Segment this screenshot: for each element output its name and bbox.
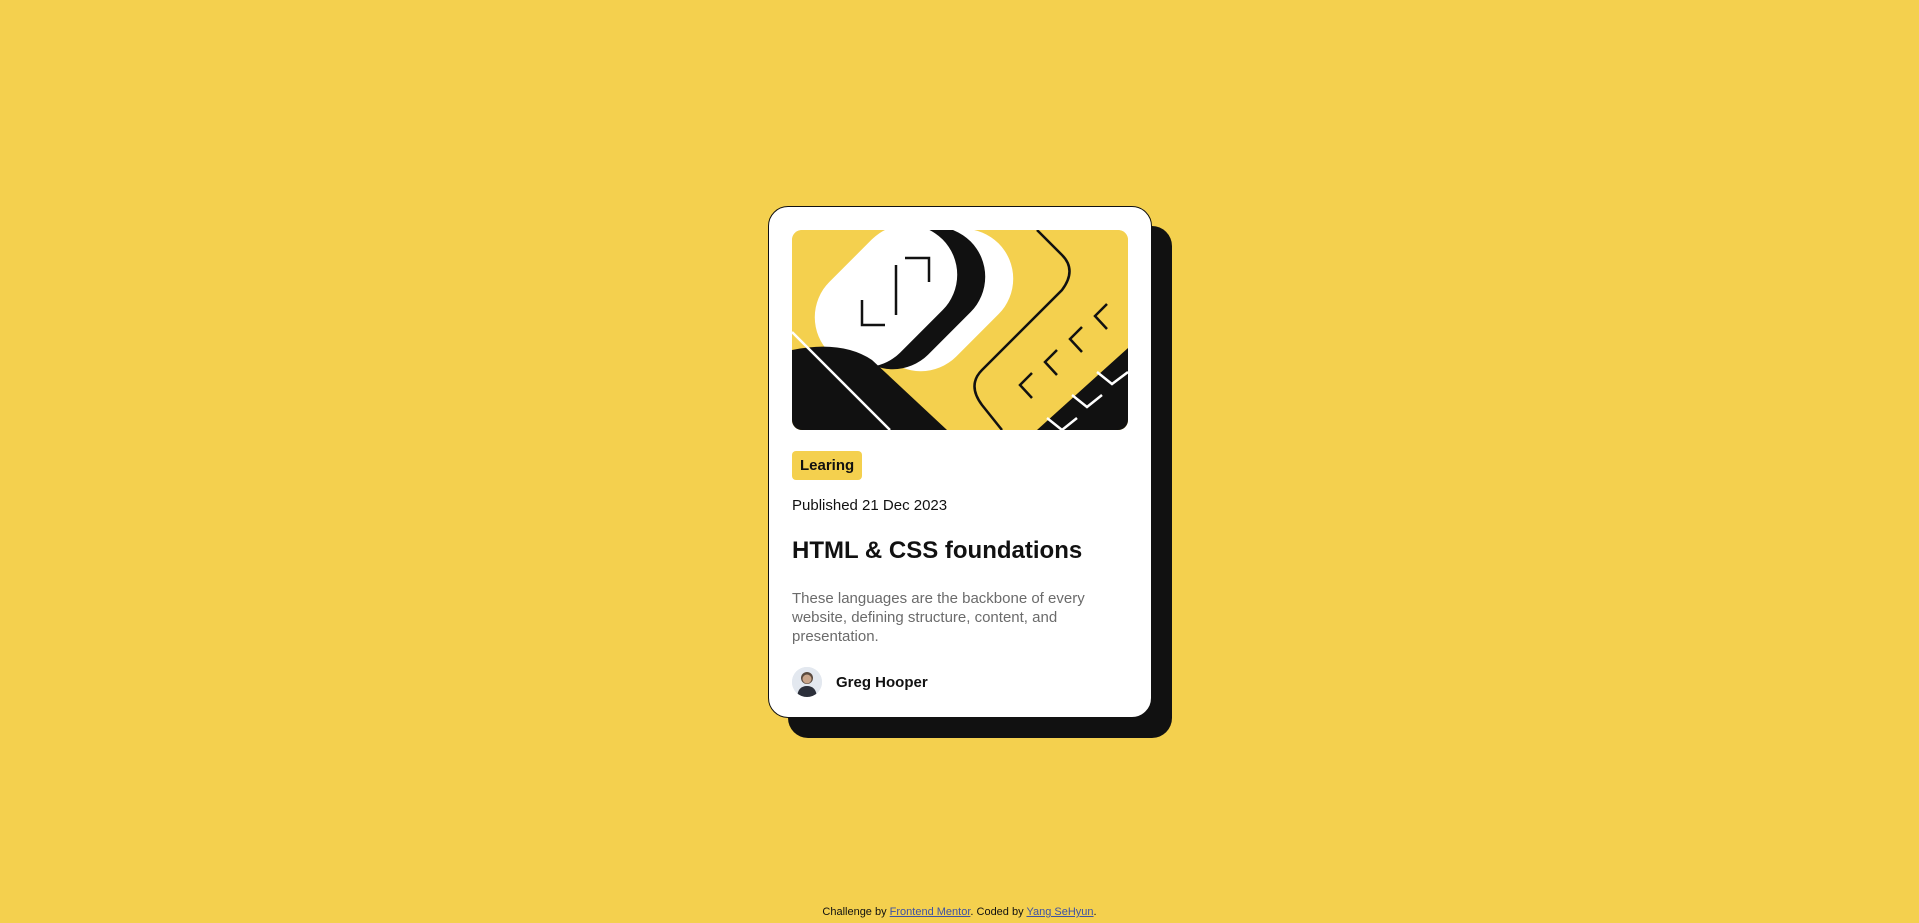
- published-date: Published 21 Dec 2023: [792, 497, 948, 514]
- page: Learing Published 21 Dec 2023 HTML & CSS…: [0, 0, 1919, 923]
- author: Greg Hooper: [792, 667, 928, 697]
- author-link[interactable]: Yang SeHyun: [1026, 906, 1093, 918]
- blog-illustration: [792, 230, 1128, 430]
- author-name: Greg Hooper: [836, 673, 928, 691]
- footer-suffix: .: [1093, 906, 1097, 918]
- category-tag: Learing: [792, 451, 863, 480]
- card-title[interactable]: HTML & CSS foundations: [792, 537, 1082, 565]
- footer-prefix: Challenge by: [822, 906, 887, 918]
- code-illustration-icon: [792, 230, 1128, 430]
- card-description: These languages are the backbone of ever…: [792, 590, 1085, 645]
- attribution-footer: Challenge by Frontend Mentor. Coded by Y…: [0, 906, 1919, 918]
- frontend-mentor-link[interactable]: Frontend Mentor: [890, 906, 971, 918]
- footer-middle: . Coded by: [970, 906, 1024, 918]
- blog-card: Learing Published 21 Dec 2023 HTML & CSS…: [768, 206, 1152, 718]
- person-avatar-icon: [792, 667, 822, 697]
